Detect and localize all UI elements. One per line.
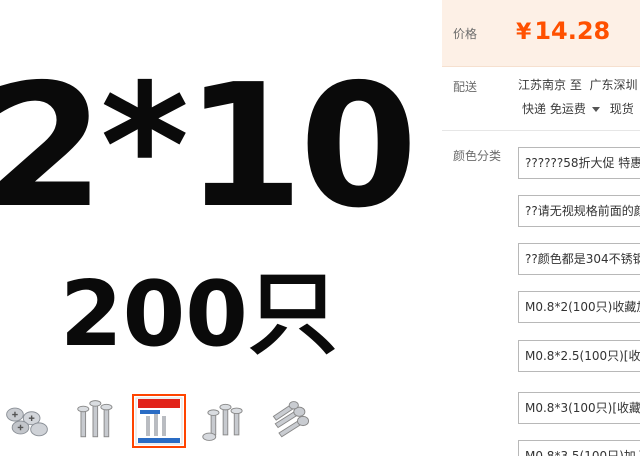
main-product-image[interactable]: 2*10 200只: [0, 0, 432, 392]
sku-label: 颜色分类: [453, 149, 502, 163]
thumbnail-4[interactable]: [198, 394, 252, 448]
screws-icon: [77, 400, 113, 438]
chevron-down-icon[interactable]: [591, 107, 600, 112]
shipping-route: 江苏南京 至 广东深圳: [518, 76, 638, 93]
sku-option[interactable]: M0.8*3(100只)[收藏: [518, 392, 640, 424]
screws-icon: [6, 407, 48, 437]
sku-option[interactable]: M0.8*2.5(100只)[收藏: [518, 340, 640, 372]
sku-option[interactable]: ??请无视规格前面的颜色: [518, 195, 640, 227]
thumbnail-2[interactable]: [66, 394, 120, 448]
thumbnail-5[interactable]: [264, 394, 318, 448]
quantity-text: 200只: [60, 262, 338, 367]
spec-text: 2*10: [0, 48, 418, 246]
shipping-destination[interactable]: 广东深圳: [590, 78, 638, 92]
price-value: ¥14.28: [516, 14, 610, 50]
price-row: 价格 ¥14.28: [442, 0, 640, 67]
sku-option[interactable]: M0.8*2(100只)收藏加购: [518, 291, 640, 323]
sku-option[interactable]: M0.8*3.5(100只)加入: [518, 440, 640, 456]
shipping-to-word: 至: [569, 78, 582, 92]
shipping-method: 快递 免运费 现货: [522, 100, 634, 117]
stock-status: 现货: [609, 102, 634, 116]
sku-option[interactable]: ??????58折大促 特惠: [518, 147, 640, 179]
screws-icon: [272, 401, 310, 438]
screw-package-icon: [135, 397, 183, 445]
thumbnail-1[interactable]: [0, 394, 54, 448]
price-amount: 14.28: [534, 17, 611, 45]
thumbnail-strip: [0, 392, 432, 456]
currency-symbol: ¥: [516, 20, 532, 45]
screws-icon: [202, 403, 243, 441]
shipping-method-text: 快递: [522, 102, 547, 116]
thumbnail-3[interactable]: [132, 394, 186, 448]
sku-option[interactable]: ??颜色都是304不锈钢: [518, 243, 640, 275]
price-label: 价格: [453, 27, 478, 41]
purchase-panel: 价格 ¥14.28 配送 江苏南京 至 广东深圳 快递 免运费 现货 颜色分类 …: [442, 0, 640, 456]
shipping-label: 配送: [453, 80, 478, 94]
shipping-fee: 免运费: [549, 102, 586, 116]
divider: [442, 130, 640, 131]
shipping-origin: 江苏南京: [518, 78, 567, 92]
